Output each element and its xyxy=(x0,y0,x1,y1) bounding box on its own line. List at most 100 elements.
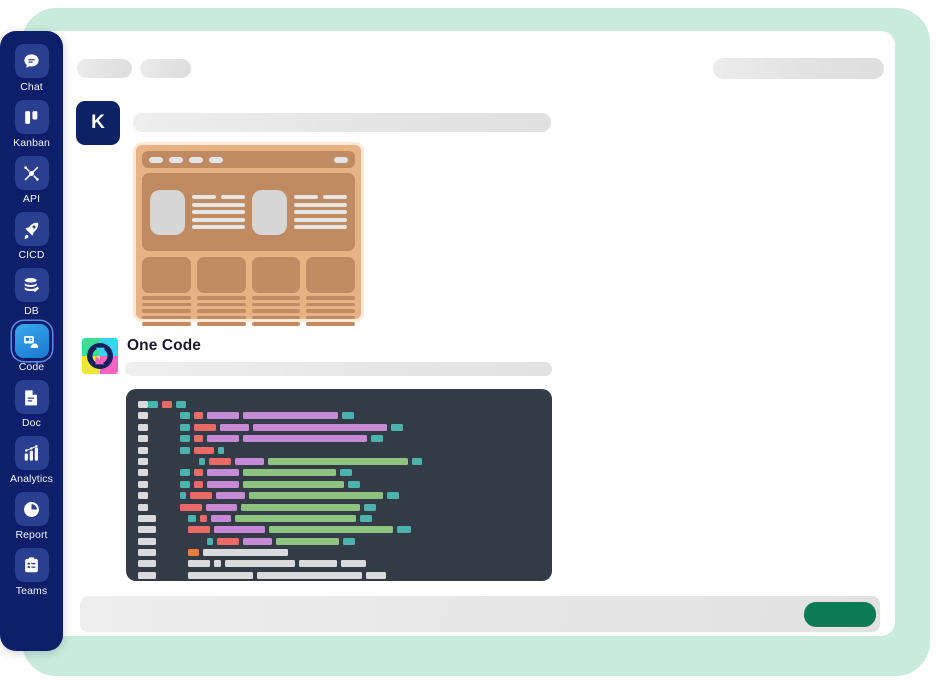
code-token-green xyxy=(243,469,336,477)
sidebar-item-doc[interactable]: Doc xyxy=(0,380,63,429)
code-line-number xyxy=(138,480,148,488)
mockup-card-line xyxy=(196,296,246,300)
code-token-teal xyxy=(180,435,190,443)
code-token-green xyxy=(276,537,339,545)
sidebar-item-analytics[interactable]: Analytics xyxy=(0,436,63,485)
sidebar-item-label: Teams xyxy=(15,585,48,597)
mockup-card-image xyxy=(306,257,355,293)
sidebar-item-code[interactable]: Code xyxy=(0,324,63,373)
mockup-card-line xyxy=(196,322,246,326)
mockup-titlebar xyxy=(142,151,355,168)
sidebar-item-chat[interactable]: Chat xyxy=(0,44,63,93)
message-input[interactable] xyxy=(80,596,880,632)
code-token-teal xyxy=(180,423,190,431)
code-line-number xyxy=(138,549,156,557)
code-line xyxy=(138,491,540,500)
app-screenshot: Chat Kanban API CICD DB Code Doc Analytics Repor… xyxy=(0,0,938,684)
sidebar-item-kanban[interactable]: Kanban xyxy=(0,100,63,149)
mockup-card-image xyxy=(142,257,191,293)
code-line-number xyxy=(138,435,148,443)
mockup-card xyxy=(251,257,301,326)
code-token-red xyxy=(194,423,216,431)
code-line xyxy=(138,468,540,477)
mockup-dot xyxy=(209,156,223,163)
code-line-number xyxy=(138,537,156,545)
rocket-icon xyxy=(14,212,49,246)
mockup-card-line xyxy=(306,309,355,313)
code-token-green xyxy=(268,457,408,465)
code-token-teal xyxy=(180,446,190,454)
code-line xyxy=(138,480,540,489)
code-token-purple xyxy=(207,480,239,488)
mockup-card-line xyxy=(251,315,301,319)
code-token-grey xyxy=(225,560,295,568)
code-token-red xyxy=(194,469,203,477)
mockup-card-image xyxy=(196,257,246,293)
code-line-number xyxy=(138,457,148,465)
code-line xyxy=(138,571,540,580)
code-token-green xyxy=(243,480,344,488)
code-line xyxy=(138,525,540,534)
code-token-red xyxy=(180,503,202,511)
toolbar-chip-2[interactable] xyxy=(140,59,191,78)
code-token-grey xyxy=(299,560,337,568)
code-token-teal xyxy=(176,401,186,408)
sidebar-item-label: Code xyxy=(18,361,45,373)
sidebar-item-label: Report xyxy=(15,529,48,541)
mockup-card-line xyxy=(142,322,191,326)
mockup-card-line xyxy=(142,296,191,300)
wireframe-mockup[interactable] xyxy=(133,142,364,326)
code-token-purple xyxy=(207,412,239,420)
code-token-purple xyxy=(207,435,239,443)
code-token-purple xyxy=(207,469,239,477)
code-token-red xyxy=(209,457,231,465)
mockup-image-block xyxy=(252,189,287,235)
code-token-teal xyxy=(180,412,190,420)
code-token-purple xyxy=(243,537,272,545)
mockup-card-line xyxy=(142,302,191,306)
code-line xyxy=(138,423,540,432)
code-line xyxy=(138,400,540,409)
mockup-card-line xyxy=(251,322,301,326)
code-line-number xyxy=(138,412,148,420)
code-token-purple xyxy=(216,492,245,500)
mockup-card-grid xyxy=(142,257,355,326)
sidebar-item-api[interactable]: API xyxy=(0,156,63,205)
code-line xyxy=(138,411,540,420)
mockup-card-line xyxy=(251,309,301,313)
code-line xyxy=(138,537,540,546)
toolbar-chip-right[interactable] xyxy=(713,58,884,79)
code-snippet-block[interactable] xyxy=(126,389,552,581)
sidebar-item-label: DB xyxy=(24,305,39,317)
code-token-red xyxy=(217,537,239,545)
assistant-name: One Code xyxy=(127,337,202,354)
code-token-red xyxy=(194,435,203,443)
code-token-teal xyxy=(199,457,205,465)
sidebar-item-cicd[interactable]: CICD xyxy=(0,212,63,261)
mockup-card-line xyxy=(196,309,246,313)
sidebar-item-label: CICD xyxy=(18,249,45,261)
code-token-teal xyxy=(218,446,224,454)
code-token-red xyxy=(200,514,207,522)
toolbar-chip-1[interactable] xyxy=(77,59,132,78)
mockup-card-line xyxy=(306,302,355,306)
user-avatar: K xyxy=(76,101,120,145)
user-message-placeholder xyxy=(133,113,551,132)
sidebar-item-report[interactable]: Report xyxy=(0,492,63,541)
mockup-card-line xyxy=(251,296,301,300)
code-line-number xyxy=(138,560,156,568)
sidebar-item-teams[interactable]: Teams xyxy=(0,548,63,597)
mockup-text-lines xyxy=(294,195,347,229)
code-line xyxy=(138,559,540,568)
code-line xyxy=(138,446,540,455)
code-line-number xyxy=(138,526,156,534)
sidebar-item-db[interactable]: DB xyxy=(0,268,63,317)
code-token-teal xyxy=(207,537,213,545)
code-token-teal xyxy=(412,457,422,465)
code-token-teal xyxy=(180,480,190,488)
send-button[interactable] xyxy=(804,602,876,627)
mockup-card-line xyxy=(196,302,246,306)
logo-ring-mark xyxy=(87,343,113,369)
code-token-teal xyxy=(180,492,186,500)
mockup-card-line xyxy=(306,296,355,300)
